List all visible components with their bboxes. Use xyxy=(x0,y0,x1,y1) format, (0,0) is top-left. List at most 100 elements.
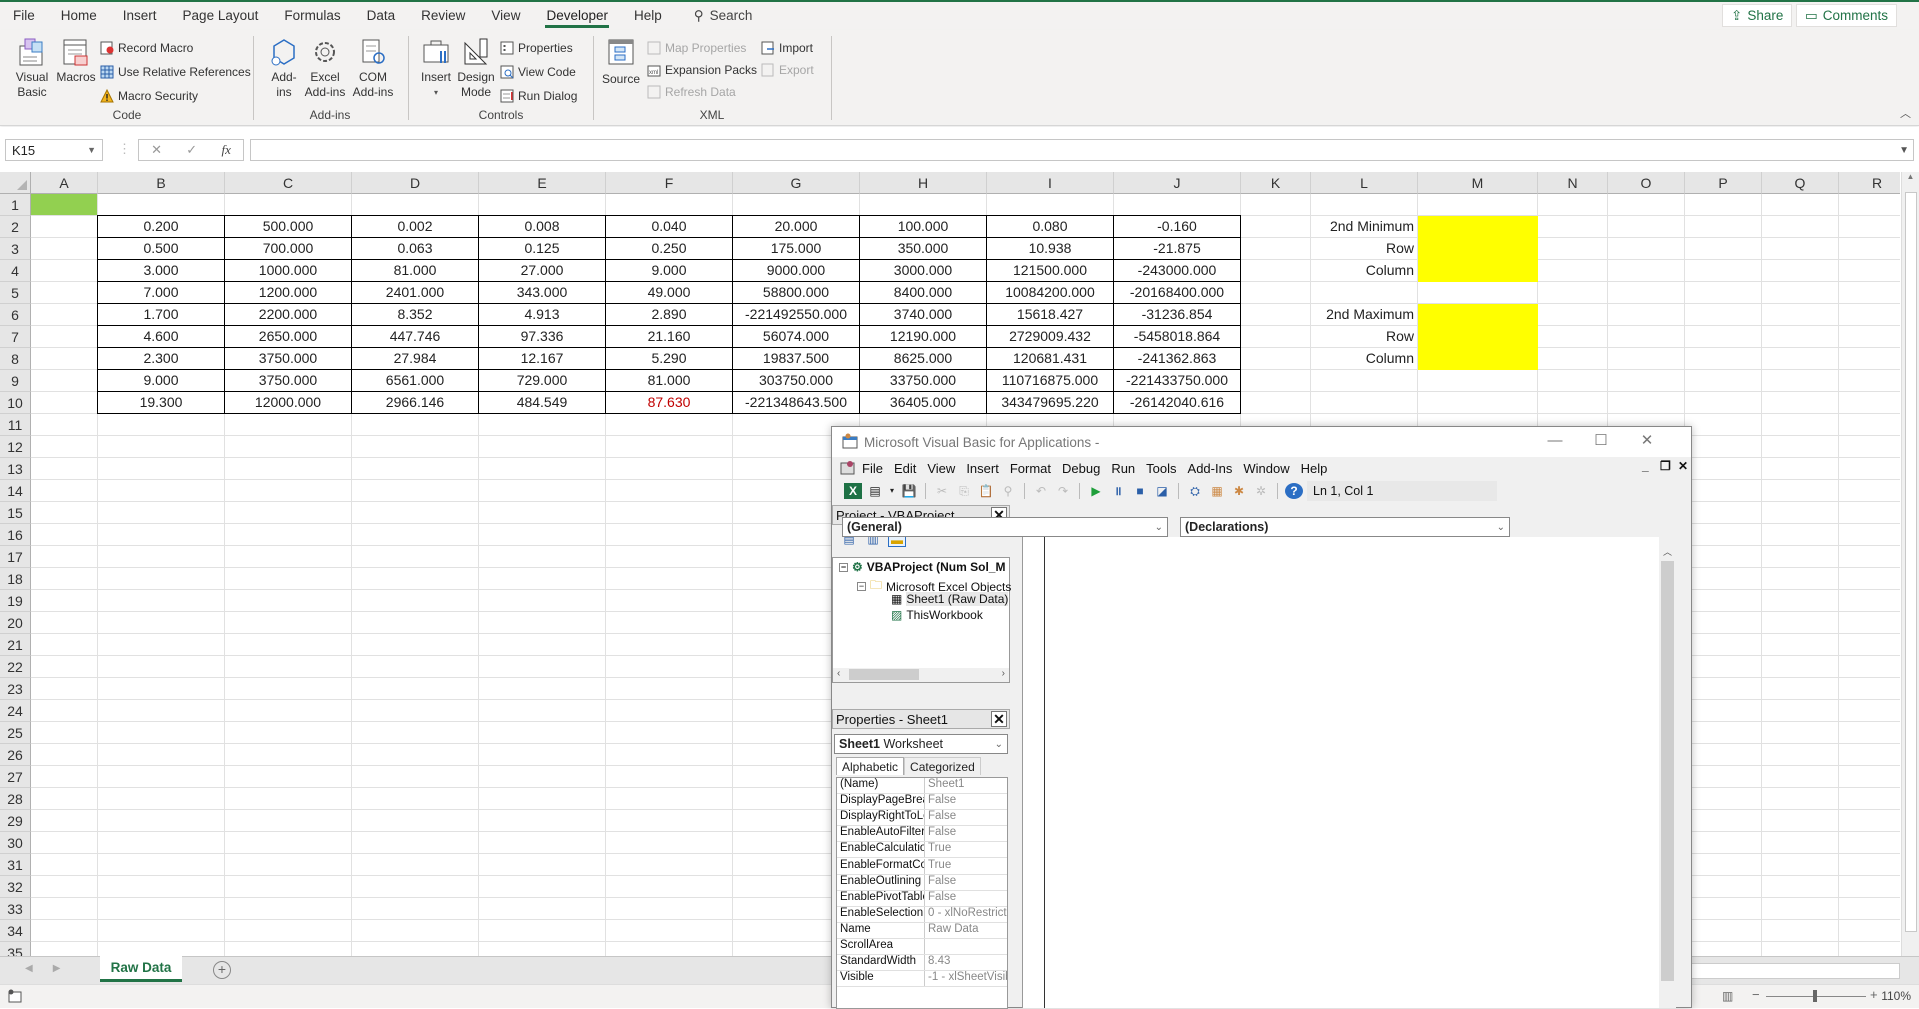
data-cell-C4[interactable]: 1000.000 xyxy=(224,259,352,282)
cell-P6[interactable] xyxy=(1685,304,1762,326)
cell-A8[interactable] xyxy=(31,348,98,370)
cell-Q19[interactable] xyxy=(1762,590,1839,612)
property-value[interactable]: Raw Data xyxy=(925,923,1007,938)
cell-R10[interactable] xyxy=(1839,392,1900,414)
row-header-9[interactable]: 9 xyxy=(0,370,31,392)
column-header-H[interactable]: H xyxy=(860,172,987,194)
data-cell-B3[interactable]: 0.500 xyxy=(97,237,225,260)
enter-icon[interactable]: ✓ xyxy=(186,142,197,158)
vba-menu-debug[interactable]: Debug xyxy=(1062,461,1100,476)
row-header-21[interactable]: 21 xyxy=(0,634,31,656)
data-cell-E2[interactable]: 0.008 xyxy=(478,215,606,238)
row-header-28[interactable]: 28 xyxy=(0,788,31,810)
property-row[interactable]: EnableCalculation True xyxy=(837,842,1007,859)
result-cell-M8[interactable] xyxy=(1418,348,1538,370)
data-cell-F8[interactable]: 5.290 xyxy=(605,347,733,370)
cell-R2[interactable] xyxy=(1839,216,1900,238)
cell-R35[interactable] xyxy=(1839,942,1900,956)
row-header-27[interactable]: 27 xyxy=(0,766,31,788)
cell-R14[interactable] xyxy=(1839,480,1900,502)
vba-menu-addins[interactable]: Add-Ins xyxy=(1188,461,1233,476)
source-button[interactable]: Source xyxy=(601,36,641,87)
data-cell-E8[interactable]: 12.167 xyxy=(478,347,606,370)
page-layout-view-icon[interactable]: ▥ xyxy=(1722,989,1733,1003)
cell-D18[interactable] xyxy=(352,568,479,590)
cell-R6[interactable] xyxy=(1839,304,1900,326)
cell-G1[interactable] xyxy=(733,194,860,216)
cell-Q28[interactable] xyxy=(1762,788,1839,810)
excel-addins-button[interactable]: Excel Add-ins xyxy=(302,36,348,100)
cell-P3[interactable] xyxy=(1685,238,1762,260)
cell-B20[interactable] xyxy=(98,612,225,634)
row-header-6[interactable]: 6 xyxy=(0,304,31,326)
scrollbar-thumb[interactable] xyxy=(1661,561,1674,981)
cell-P17[interactable] xyxy=(1685,546,1762,568)
collapse-ribbon-icon[interactable]: ︿ xyxy=(1900,105,1911,121)
row-header-10[interactable]: 10 xyxy=(0,392,31,414)
cell-R25[interactable] xyxy=(1839,722,1900,744)
cell-C28[interactable] xyxy=(225,788,352,810)
cell-E25[interactable] xyxy=(479,722,606,744)
column-header-P[interactable]: P xyxy=(1685,172,1762,194)
cell-C21[interactable] xyxy=(225,634,352,656)
cell-K3[interactable] xyxy=(1241,238,1311,260)
cell-P9[interactable] xyxy=(1685,370,1762,392)
refresh-data-button[interactable]: Refresh Data xyxy=(647,82,736,102)
cell-C34[interactable] xyxy=(225,920,352,942)
cell-B25[interactable] xyxy=(98,722,225,744)
cell-F18[interactable] xyxy=(606,568,733,590)
data-cell-J7[interactable]: -5458018.864 xyxy=(1113,325,1241,348)
data-cell-F5[interactable]: 49.000 xyxy=(605,281,733,304)
zoom-level[interactable]: 110% xyxy=(1881,989,1911,1003)
property-value[interactable]: False xyxy=(925,875,1007,890)
row-header-3[interactable]: 3 xyxy=(0,238,31,260)
cell-C31[interactable] xyxy=(225,854,352,876)
cell-N8[interactable] xyxy=(1538,348,1608,370)
cell-C11[interactable] xyxy=(225,414,352,436)
row-header-4[interactable]: 4 xyxy=(0,260,31,282)
vba-menu-icon[interactable] xyxy=(840,460,856,476)
toolbox-icon[interactable]: ✲ xyxy=(1252,483,1270,499)
cell-E14[interactable] xyxy=(479,480,606,502)
column-header-G[interactable]: G xyxy=(733,172,860,194)
project-explorer-icon[interactable]: ⛭ xyxy=(1186,483,1204,499)
cell-P11[interactable] xyxy=(1685,414,1762,436)
cell-A13[interactable] xyxy=(31,458,98,480)
cell-O10[interactable] xyxy=(1608,392,1685,414)
column-header-J[interactable]: J xyxy=(1114,172,1241,194)
cell-Q12[interactable] xyxy=(1762,436,1839,458)
cell-A31[interactable] xyxy=(31,854,98,876)
cell-P20[interactable] xyxy=(1685,612,1762,634)
code-margin-indicator-bar[interactable] xyxy=(1023,537,1045,1008)
cell-A21[interactable] xyxy=(31,634,98,656)
property-row[interactable]: Name Raw Data xyxy=(837,922,1007,939)
cell-C24[interactable] xyxy=(225,700,352,722)
row-header-7[interactable]: 7 xyxy=(0,326,31,348)
cell-A16[interactable] xyxy=(31,524,98,546)
cell-A11[interactable] xyxy=(31,414,98,436)
cell-E28[interactable] xyxy=(479,788,606,810)
object-combo[interactable]: (General) ⌄ xyxy=(842,517,1168,537)
cell-P30[interactable] xyxy=(1685,832,1762,854)
cell-Q17[interactable] xyxy=(1762,546,1839,568)
cell-B13[interactable] xyxy=(98,458,225,480)
result-cell-M4[interactable] xyxy=(1418,260,1538,282)
cell-C14[interactable] xyxy=(225,480,352,502)
cell-F30[interactable] xyxy=(606,832,733,854)
cell-R18[interactable] xyxy=(1839,568,1900,590)
data-cell-B4[interactable]: 3.000 xyxy=(97,259,225,282)
cell-E34[interactable] xyxy=(479,920,606,942)
cell-E24[interactable] xyxy=(479,700,606,722)
column-header-A[interactable]: A xyxy=(31,172,98,194)
data-cell-B9[interactable]: 9.000 xyxy=(97,369,225,392)
data-cell-G3[interactable]: 175.000 xyxy=(732,237,860,260)
cell-K6[interactable] xyxy=(1241,304,1311,326)
cell-B23[interactable] xyxy=(98,678,225,700)
procedure-combo[interactable]: (Declarations) ⌄ xyxy=(1180,517,1510,537)
property-row[interactable]: EnableAutoFilter False xyxy=(837,826,1007,843)
data-cell-J6[interactable]: -31236.854 xyxy=(1113,303,1241,326)
cell-R33[interactable] xyxy=(1839,898,1900,920)
cell-N9[interactable] xyxy=(1538,370,1608,392)
save-icon[interactable]: 💾 xyxy=(900,483,918,499)
tab-formulas[interactable]: Formulas xyxy=(271,2,353,30)
